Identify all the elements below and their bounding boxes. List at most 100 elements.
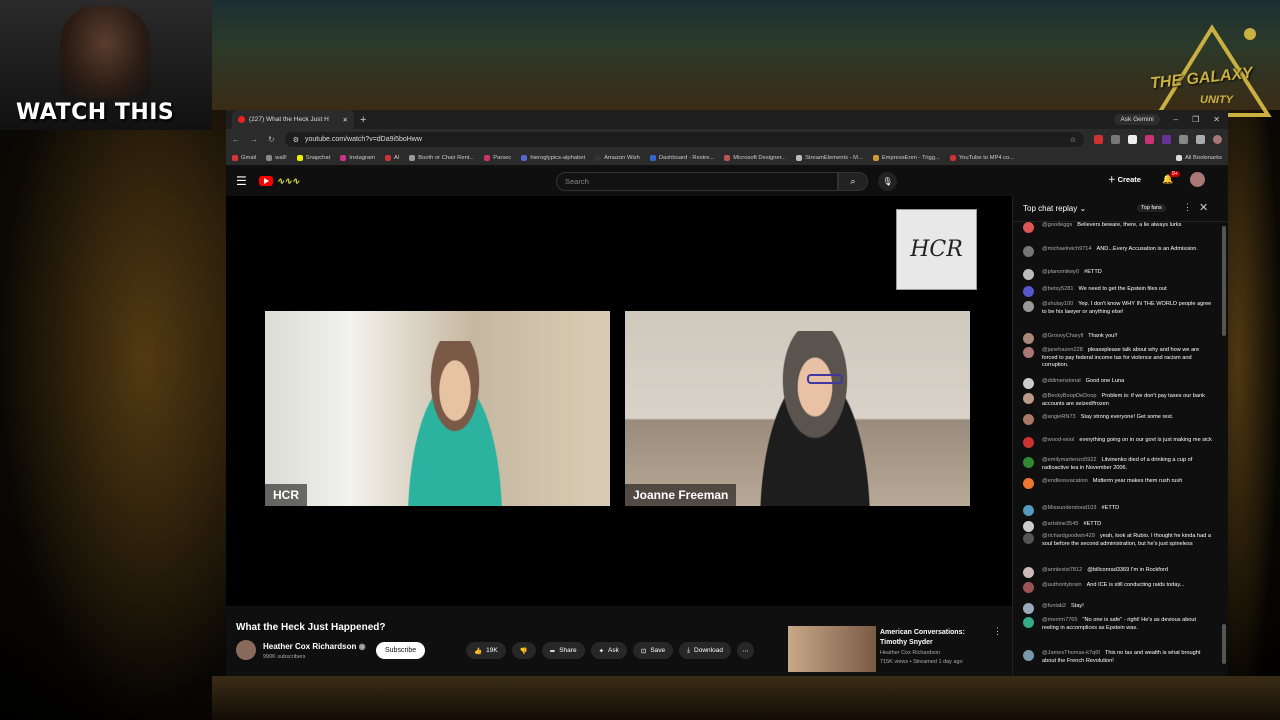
recommended-more-icon[interactable]: ⋮ xyxy=(993,626,1002,637)
channel-avatar[interactable] xyxy=(236,640,256,660)
chat-username[interactable]: @GroovyCharyll xyxy=(1042,333,1083,339)
channel-brand-logo[interactable]: ∿∿∿ xyxy=(277,176,300,187)
reload-icon[interactable]: ↻ xyxy=(268,135,275,144)
chat-avatar[interactable] xyxy=(1023,567,1034,578)
more-actions-button[interactable]: ⋯ xyxy=(736,642,754,659)
chat-username[interactable]: @betsy5281 xyxy=(1042,286,1074,292)
like-button[interactable]: 👍 19K xyxy=(466,642,506,659)
chat-username[interactable]: @wood-wool xyxy=(1042,437,1074,443)
share-button[interactable]: ➦ Share xyxy=(541,642,585,659)
chat-username[interactable]: @angieRN73 xyxy=(1042,414,1076,420)
chat-username[interactable]: @goodeggs xyxy=(1042,222,1072,228)
chat-username[interactable]: @JamesThomas-k7q6f xyxy=(1042,650,1100,656)
bookmark-item[interactable]: Gmail xyxy=(232,154,256,161)
bookmark-item[interactable]: Microsoft Designer... xyxy=(724,154,786,161)
bookmark-item[interactable]: Amazon Wish xyxy=(595,154,640,161)
search-input[interactable]: Search xyxy=(556,172,838,191)
extension-icon[interactable] xyxy=(1145,135,1154,144)
chat-username[interactable]: @janehazen228 xyxy=(1042,347,1083,353)
chat-avatar[interactable] xyxy=(1023,286,1034,297)
video-player[interactable]: HCR HCR Joanne Freeman xyxy=(226,196,1012,606)
bookmark-item[interactable]: StreamElements - M... xyxy=(796,154,863,161)
chat-avatar[interactable] xyxy=(1023,301,1034,312)
chat-avatar[interactable] xyxy=(1023,650,1034,661)
recommended-video[interactable]: American Conversations: Timothy Snyder H… xyxy=(788,626,1012,676)
extension-icon[interactable] xyxy=(1094,135,1103,144)
chat-username[interactable]: @artstine3545 xyxy=(1042,521,1078,527)
minimize-icon[interactable]: – xyxy=(1174,115,1178,124)
back-icon[interactable]: ← xyxy=(232,135,240,144)
extension-icon[interactable] xyxy=(1128,135,1137,144)
chat-username[interactable]: @annlexist7812 xyxy=(1042,567,1082,573)
site-info-icon[interactable]: ⚙ xyxy=(293,136,299,144)
chat-avatar[interactable] xyxy=(1023,603,1034,614)
chat-avatar[interactable] xyxy=(1023,521,1034,532)
scroll-thumb[interactable] xyxy=(1222,624,1226,664)
download-button[interactable]: ⤓ Download xyxy=(679,642,731,659)
chat-username[interactable]: @funlab2 xyxy=(1042,603,1066,609)
extension-icon[interactable] xyxy=(1111,135,1120,144)
chat-username[interactable]: @Missunderstood103 xyxy=(1042,505,1097,511)
bookmark-item[interactable]: YouTube to MP4 co... xyxy=(949,154,1014,161)
close-window-icon[interactable]: ✕ xyxy=(1213,115,1220,124)
create-button[interactable]: ＋ Create xyxy=(1108,174,1141,185)
recommended-thumbnail[interactable] xyxy=(788,626,876,672)
tab-close-icon[interactable]: ✕ xyxy=(343,116,348,124)
recommended-title[interactable]: American Conversations: Timothy Snyder xyxy=(880,628,990,648)
chat-avatar[interactable] xyxy=(1023,393,1034,404)
chat-avatar[interactable] xyxy=(1023,246,1034,257)
account-avatar[interactable] xyxy=(1190,172,1205,187)
chat-avatar[interactable] xyxy=(1023,533,1034,544)
bookmark-item[interactable]: Parsec xyxy=(484,154,511,161)
scroll-thumb[interactable] xyxy=(1222,226,1226,336)
bookmark-item[interactable]: Booth or Chair Rent... xyxy=(409,154,474,161)
chat-scrollbar[interactable] xyxy=(1222,226,1226,666)
chat-avatar[interactable] xyxy=(1023,333,1034,344)
youtube-logo-icon[interactable] xyxy=(258,176,273,186)
chat-username[interactable]: @emilymartenzo5922 xyxy=(1042,457,1097,463)
browser-tab[interactable]: (227) What the Heck Just H ✕ xyxy=(232,110,354,129)
extension-icon[interactable] xyxy=(1179,135,1188,144)
chat-username[interactable]: @BeckyBoopDeDoop xyxy=(1042,393,1097,399)
ask-button[interactable]: ✦ Ask xyxy=(590,642,627,659)
bookmark-star-icon[interactable]: ☆ xyxy=(1070,136,1076,144)
voice-search-button[interactable]: 🎙 xyxy=(878,172,897,191)
extension-icon[interactable] xyxy=(1196,135,1205,144)
chat-avatar[interactable] xyxy=(1023,617,1034,628)
chat-avatar[interactable] xyxy=(1023,347,1034,358)
forward-icon[interactable]: → xyxy=(250,135,258,144)
chat-username[interactable]: @planomikey0 xyxy=(1042,269,1079,275)
save-button[interactable]: ⊡ Save xyxy=(632,642,674,659)
chat-username[interactable]: @authoritybrain xyxy=(1042,582,1082,588)
menu-icon[interactable]: ☰ xyxy=(236,174,247,188)
chat-avatar[interactable] xyxy=(1023,437,1034,448)
channel-name[interactable]: Heather Cox Richardson ◉ xyxy=(263,642,366,651)
subscribe-button[interactable]: Subscribe xyxy=(376,642,426,659)
chat-avatar[interactable] xyxy=(1023,222,1034,233)
chat-username[interactable]: @shulay100 xyxy=(1042,301,1073,307)
chat-more-icon[interactable]: ⋮ xyxy=(1183,202,1192,213)
bookmark-item[interactable]: Al xyxy=(385,154,399,161)
chat-username[interactable]: @richardgoodwin429 xyxy=(1042,533,1095,539)
address-bar[interactable]: ⚙ youtube.com/watch?v=dDa9i5boHww ☆ xyxy=(284,132,1084,147)
chat-avatar[interactable] xyxy=(1023,478,1034,489)
chat-avatar[interactable] xyxy=(1023,414,1034,425)
chat-username[interactable]: @michaelreich9714 xyxy=(1042,246,1092,252)
bookmark-item[interactable]: Dashboard - Restre... xyxy=(649,154,714,161)
restore-icon[interactable]: ❐ xyxy=(1192,115,1199,124)
bookmark-item[interactable]: wall! xyxy=(266,154,287,161)
new-tab-button[interactable]: + xyxy=(360,114,366,126)
chat-username[interactable]: @merrim7765 xyxy=(1042,617,1078,623)
dislike-button[interactable]: 👎 xyxy=(511,642,536,659)
chat-avatar[interactable] xyxy=(1023,457,1034,468)
profile-avatar-icon[interactable] xyxy=(1213,135,1222,144)
chat-username[interactable]: @ddimensional xyxy=(1042,378,1081,384)
top-fans-button[interactable]: Top fans xyxy=(1137,204,1166,212)
bookmark-item[interactable]: All Bookmarks xyxy=(1175,154,1222,161)
extension-icon[interactable] xyxy=(1162,135,1171,144)
ask-gemini-button[interactable]: Ask Gemini xyxy=(1114,114,1160,125)
chat-avatar[interactable] xyxy=(1023,582,1034,593)
bookmark-item[interactable]: Instagram xyxy=(340,154,375,161)
chat-avatar[interactable] xyxy=(1023,505,1034,516)
bookmark-item[interactable]: hieroglypics-alphabet xyxy=(521,154,585,161)
